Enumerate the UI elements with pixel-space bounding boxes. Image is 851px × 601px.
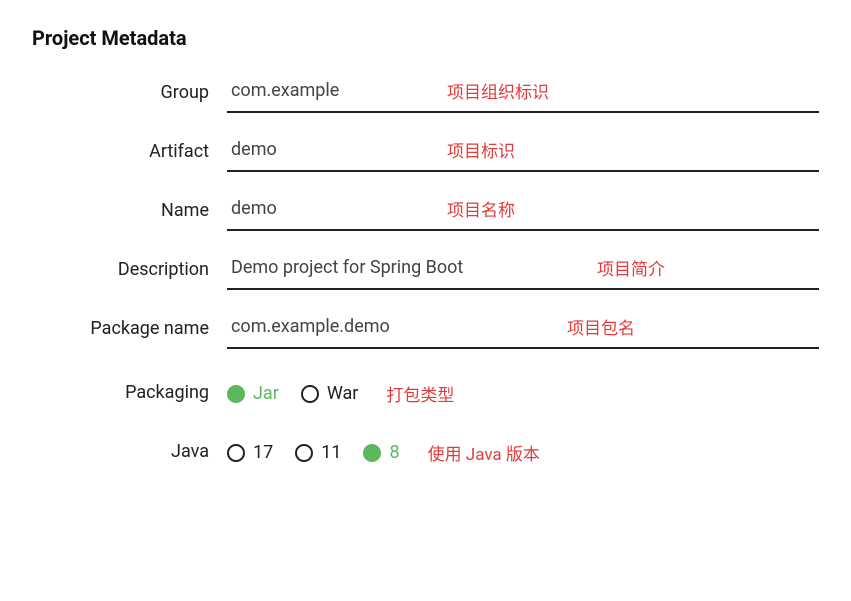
label-group: Group [32,82,227,103]
java-option-11[interactable]: 11 [295,442,341,463]
row-description: Description 项目简介 [32,249,819,290]
label-description: Description [32,259,227,280]
radio-circle-icon [227,385,245,403]
java-option-17-label: 17 [253,442,273,463]
java-option-11-label: 11 [321,442,341,463]
input-name[interactable] [227,190,819,231]
radio-circle-icon [301,385,319,403]
java-option-8-label: 8 [389,442,399,463]
java-option-17[interactable]: 17 [227,442,273,463]
packaging-option-jar[interactable]: Jar [227,383,279,404]
radio-circle-icon [227,444,245,462]
input-group[interactable] [227,72,819,113]
label-name: Name [32,200,227,221]
radio-circle-icon [295,444,313,462]
label-packaging: Packaging [32,382,227,403]
row-package: Package name 项目包名 [32,308,819,349]
input-artifact[interactable] [227,131,819,172]
row-java: Java 17 11 8 使用 Java 版本 [32,432,819,471]
annotation-java: 使用 Java 版本 [428,440,540,465]
radio-circle-icon [363,444,381,462]
row-artifact: Artifact 项目标识 [32,131,819,172]
label-artifact: Artifact [32,141,227,162]
row-name: Name 项目名称 [32,190,819,231]
project-metadata-form: Group 项目组织标识 Artifact 项目标识 Name 项目名称 Des… [32,72,819,485]
annotation-packaging: 打包类型 [386,381,454,406]
packaging-option-jar-label: Jar [253,383,279,404]
row-group: Group 项目组织标识 [32,72,819,113]
row-packaging: Packaging Jar War 打包类型 [32,373,819,412]
label-java: Java [32,441,227,462]
packaging-radio-group: Jar War 打包类型 [227,373,819,412]
label-package: Package name [32,318,227,339]
java-option-8[interactable]: 8 [363,442,399,463]
packaging-option-war[interactable]: War [301,383,359,404]
input-package[interactable] [227,308,819,349]
packaging-option-war-label: War [327,383,359,404]
java-radio-group: 17 11 8 使用 Java 版本 [227,432,819,471]
input-description[interactable] [227,249,819,290]
section-title: Project Metadata [32,26,819,50]
